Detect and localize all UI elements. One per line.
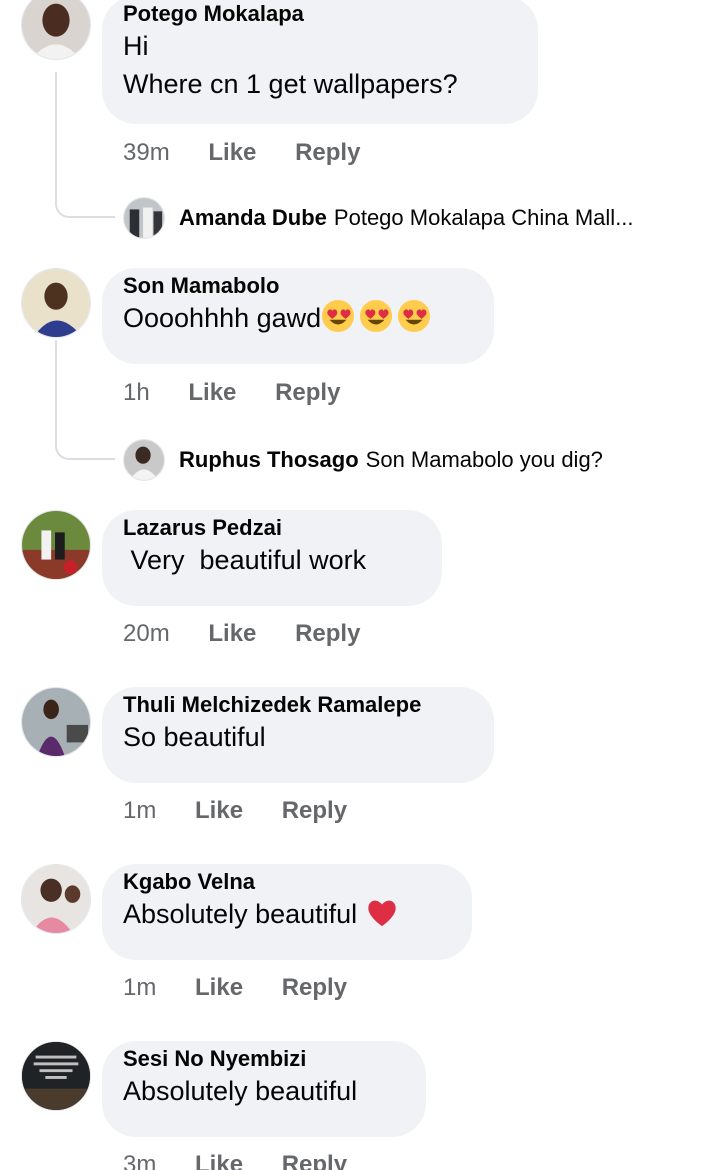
- comment-timestamp[interactable]: 3m: [123, 1151, 156, 1170]
- comment-bubble: Kgabo Velna Absolutely beautiful: [102, 864, 472, 960]
- avatar[interactable]: [21, 0, 91, 60]
- comment-bubble: Thuli Melchizedek Ramalepe So beautiful: [102, 687, 494, 783]
- reply-button[interactable]: Reply: [295, 620, 360, 647]
- reply-button[interactable]: Reply: [275, 379, 340, 406]
- comment-text-body: Absolutely beautiful: [123, 899, 365, 929]
- comment-actions: 1m Like Reply: [123, 796, 347, 826]
- comment-text: Very beautiful work: [123, 545, 367, 575]
- avatar[interactable]: [21, 1041, 91, 1111]
- comment-text: Absolutely beautiful: [123, 1076, 358, 1106]
- reply-author[interactable]: Ruphus Thosago: [179, 447, 359, 473]
- avatar[interactable]: [21, 510, 91, 580]
- comment-actions: 39m Like Reply: [123, 138, 360, 168]
- comment-text-body: Oooohhhh gawd: [123, 303, 322, 333]
- heart-eyes-emoji-icon: [322, 299, 355, 333]
- comment-bubble: Potego Mokalapa Hi Where cn 1 get wallpa…: [102, 0, 538, 124]
- comment-text: Hi: [123, 31, 149, 61]
- heart-eyes-emoji-icon: [360, 299, 393, 333]
- comment-text: Oooohhhh gawd: [123, 299, 473, 337]
- reply-avatar[interactable]: [123, 439, 165, 481]
- comment-actions: 1h Like Reply: [123, 378, 340, 408]
- comment-author[interactable]: Lazarus Pedzai: [123, 515, 421, 541]
- like-button[interactable]: Like: [195, 797, 243, 824]
- comment-actions: 1m Like Reply: [123, 973, 347, 1003]
- comment-author[interactable]: Sesi No Nyembizi: [123, 1046, 405, 1072]
- comment-bubble: Sesi No Nyembizi Absolutely beautiful: [102, 1041, 426, 1137]
- comment-timestamp[interactable]: 1m: [123, 974, 156, 1001]
- comment-bubble: Lazarus Pedzai Very beautiful work: [102, 510, 442, 606]
- reply-button[interactable]: Reply: [282, 797, 347, 824]
- reply-avatar[interactable]: [123, 197, 165, 239]
- avatar[interactable]: [21, 687, 91, 757]
- comment-text: Where cn 1 get wallpapers?: [123, 69, 458, 99]
- comment-actions: 20m Like Reply: [123, 619, 360, 649]
- comment-text: So beautiful: [123, 722, 266, 752]
- red-heart-emoji-icon: [367, 900, 396, 927]
- like-button[interactable]: Like: [195, 974, 243, 1001]
- reply-preview[interactable]: Amanda Dube Potego Mokalapa China Mall..…: [123, 197, 634, 239]
- comment-author[interactable]: Potego Mokalapa: [123, 1, 517, 27]
- comment-actions: 3m Like Reply: [123, 1150, 347, 1170]
- reply-text: Son Mamabolo you dig?: [365, 447, 603, 472]
- avatar[interactable]: [21, 864, 91, 934]
- reply-author[interactable]: Amanda Dube: [179, 205, 327, 231]
- reply-button[interactable]: Reply: [282, 974, 347, 1001]
- comment-timestamp[interactable]: 1h: [123, 379, 150, 406]
- comment-text: Absolutely beautiful: [123, 895, 451, 933]
- comment-bubble: Son Mamabolo Oooohhhh gawd: [102, 268, 494, 364]
- like-button[interactable]: Like: [208, 620, 256, 647]
- comment-author[interactable]: Son Mamabolo: [123, 273, 473, 299]
- comment-timestamp[interactable]: 20m: [123, 620, 170, 647]
- quote-image-icon: [22, 1042, 90, 1110]
- reply-text: Potego Mokalapa China Mall...: [333, 205, 634, 230]
- heart-eyes-emoji-icon: [398, 299, 431, 333]
- comment-timestamp[interactable]: 39m: [123, 139, 170, 166]
- like-button[interactable]: Like: [208, 139, 256, 166]
- like-button[interactable]: Like: [188, 379, 236, 406]
- like-button[interactable]: Like: [195, 1151, 243, 1170]
- comment-author[interactable]: Thuli Melchizedek Ramalepe: [123, 692, 473, 718]
- reply-button[interactable]: Reply: [295, 139, 360, 166]
- thread-connector: [55, 340, 115, 460]
- comment-timestamp[interactable]: 1m: [123, 797, 156, 824]
- reply-preview[interactable]: Ruphus Thosago Son Mamabolo you dig?: [123, 439, 603, 481]
- reply-button[interactable]: Reply: [282, 1151, 347, 1170]
- avatar[interactable]: [21, 268, 91, 338]
- thread-connector: [55, 72, 115, 218]
- comment-author[interactable]: Kgabo Velna: [123, 869, 451, 895]
